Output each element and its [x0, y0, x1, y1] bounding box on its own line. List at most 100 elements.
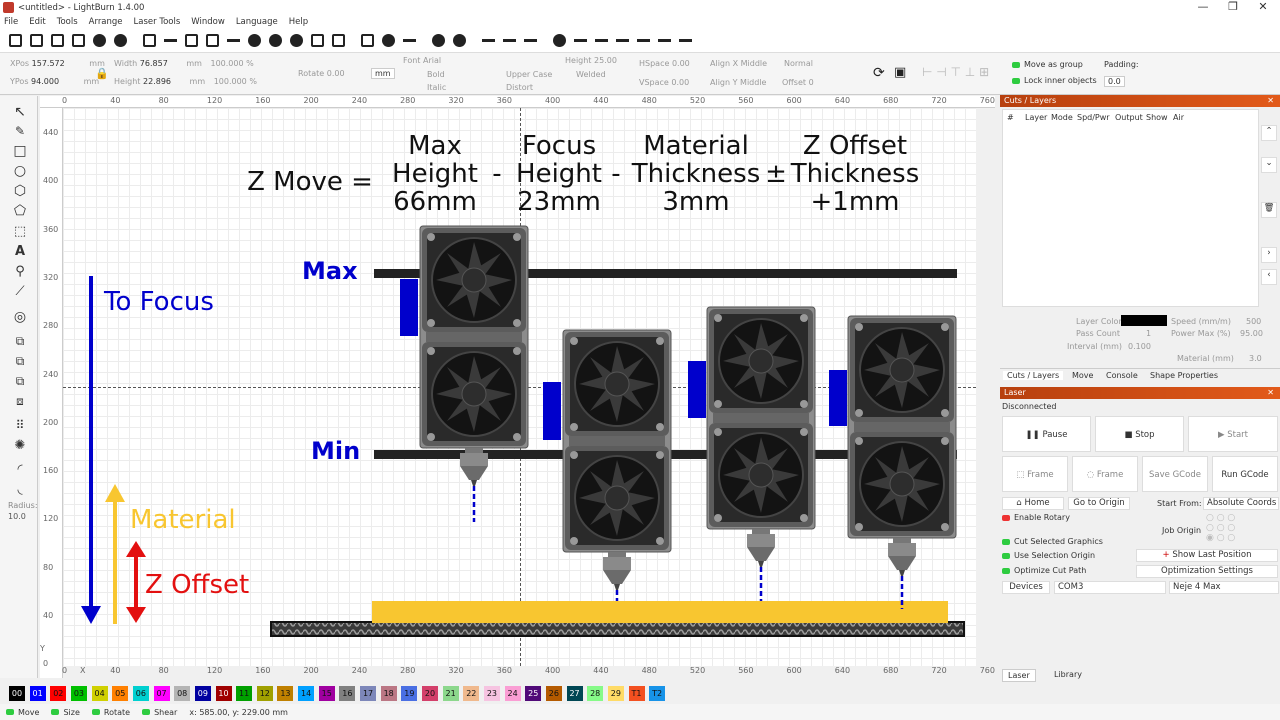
move-layer-down-icon[interactable]: ⌄	[1261, 157, 1277, 173]
status-rotate[interactable]: Rotate	[104, 708, 130, 717]
rectangle-tool-icon[interactable]: □	[11, 143, 29, 159]
measure-tool-icon[interactable]: ⟋	[11, 283, 29, 299]
align-left-icon[interactable]	[571, 32, 589, 50]
palette-swatch[interactable]: 26	[545, 686, 562, 701]
palette-swatch[interactable]: T2	[649, 686, 666, 701]
palette-swatch[interactable]: 02	[50, 686, 67, 701]
job-origin-grid[interactable]: ○ ○ ○ ○ ○ ○ ◉ ○ ○	[1206, 513, 1235, 543]
frame-button[interactable]: ⬚ Frame	[1002, 456, 1068, 492]
text-height-input[interactable]: 25.00	[594, 56, 617, 65]
laser-head-icon[interactable]: ▣	[894, 65, 906, 80]
show-last-position-button[interactable]: + Show Last Position	[1136, 549, 1278, 562]
width-input[interactable]: 76.857	[140, 59, 168, 68]
lock-inner-checkbox[interactable]: Lock inner objects	[1024, 76, 1097, 85]
corner-tool-icon[interactable]: ◜	[11, 461, 29, 477]
paste-icon[interactable]	[182, 32, 200, 50]
devices-button[interactable]: Devices	[1002, 581, 1050, 594]
align-x-select[interactable]: Middle	[741, 59, 767, 68]
menu-file[interactable]: File	[4, 17, 18, 27]
tab-library[interactable]: Library	[1054, 670, 1082, 679]
rotate-icon[interactable]	[521, 32, 539, 50]
new-file-icon[interactable]	[6, 32, 24, 50]
stop-button[interactable]: ■ Stop	[1095, 416, 1184, 452]
edit-nodes-icon[interactable]: ⬚	[11, 223, 29, 239]
boolean-intersect-icon[interactable]: ⧉	[11, 373, 29, 389]
layers-table[interactable]: # Layer Mode Spd/Pwr Output Show Air	[1002, 109, 1259, 307]
ellipse-tool-icon[interactable]: ○	[11, 163, 29, 179]
boolean-union-icon[interactable]: ⧉	[11, 333, 29, 349]
optimize-cut-checkbox[interactable]: Optimize Cut Path	[1014, 566, 1086, 575]
open-folder-icon[interactable]	[27, 32, 45, 50]
palette-swatch[interactable]: 08	[174, 686, 191, 701]
palette-swatch[interactable]: 22	[463, 686, 480, 701]
status-size[interactable]: Size	[63, 708, 79, 717]
rotate-input[interactable]: 0.00	[327, 69, 345, 78]
material-input[interactable]: 3.0	[1249, 354, 1262, 363]
start-from-select[interactable]: Absolute Coords	[1203, 497, 1279, 510]
align-y-select[interactable]: Middle	[740, 78, 766, 87]
enable-rotary-checkbox[interactable]: Enable Rotary	[1014, 513, 1070, 522]
optimization-settings-button[interactable]: Optimization Settings	[1136, 565, 1278, 578]
pause-button[interactable]: ❚❚ Pause	[1002, 416, 1091, 452]
move-tool-icon[interactable]	[224, 32, 242, 50]
distort-checkbox[interactable]: Distort	[506, 83, 533, 92]
corner-round-icon[interactable]: ◟	[11, 481, 29, 497]
palette-swatch[interactable]: 09	[194, 686, 211, 701]
save-gcode-button[interactable]: Save GCode	[1142, 456, 1208, 492]
ungroup-icon[interactable]	[450, 32, 468, 50]
expand-left-icon[interactable]: ‹	[1261, 269, 1277, 285]
export-icon[interactable]	[111, 32, 129, 50]
palette-swatch[interactable]: 25	[525, 686, 542, 701]
menu-language[interactable]: Language	[236, 17, 278, 27]
select-tool-icon[interactable]: ↖	[11, 104, 29, 120]
palette-swatch[interactable]: 07	[153, 686, 170, 701]
palette-swatch[interactable]: 04	[91, 686, 108, 701]
tab-console[interactable]: Console	[1106, 371, 1138, 380]
design-canvas[interactable]: Z Move = Max Height 66mm Focus Height 23mm Mate…	[63, 108, 976, 666]
laser-close-icon[interactable]: ✕	[1267, 387, 1274, 399]
align-tools-icon[interactable]: ⊢ ⊣ ⊤ ⊥ ⊞	[922, 65, 989, 79]
zoom-out-icon[interactable]	[266, 32, 284, 50]
palette-swatch[interactable]: 24	[504, 686, 521, 701]
palette-swatch[interactable]: 00	[9, 686, 25, 701]
radius-input[interactable]: 10.0	[8, 512, 26, 521]
cut-selected-checkbox[interactable]: Cut Selected Graphics	[1014, 537, 1103, 546]
hspace-input[interactable]: 0.00	[672, 59, 690, 68]
scale-h-input[interactable]: 100.000	[214, 77, 247, 86]
mirror-h-icon[interactable]	[479, 32, 497, 50]
mode-select[interactable]: Normal	[784, 59, 813, 68]
zoom-fit-icon[interactable]	[287, 32, 305, 50]
import-icon[interactable]	[90, 32, 108, 50]
palette-swatch[interactable]: 15	[318, 686, 335, 701]
frame-circle-button[interactable]: ◌ Frame	[1072, 456, 1138, 492]
zoom-frame-icon[interactable]	[308, 32, 326, 50]
use-selection-origin-checkbox[interactable]: Use Selection Origin	[1014, 551, 1095, 560]
palette-swatch[interactable]: 23	[483, 686, 500, 701]
home-button[interactable]: ⌂ Home	[1002, 497, 1064, 510]
upper-case-checkbox[interactable]: Upper Case	[506, 70, 552, 79]
move-as-group-checkbox[interactable]: Move as group	[1024, 60, 1083, 69]
start-button[interactable]: ▶ Start	[1188, 416, 1278, 452]
move-layer-up-icon[interactable]: ⌃	[1261, 125, 1277, 141]
ypos-input[interactable]: 94.000	[31, 77, 59, 86]
vspace-input[interactable]: 0.00	[671, 78, 689, 87]
speed-input[interactable]: 500	[1246, 317, 1261, 326]
camera-icon[interactable]	[329, 32, 347, 50]
weld-icon[interactable]: ⧈	[11, 393, 29, 409]
palette-swatch[interactable]: 05	[112, 686, 129, 701]
text-tool-icon[interactable]: A	[11, 243, 29, 259]
palette-swatch[interactable]: 29	[607, 686, 624, 701]
go-to-origin-button[interactable]: Go to Origin	[1068, 497, 1130, 510]
tab-move[interactable]: Move	[1072, 371, 1093, 380]
pass-count-input[interactable]: 1	[1146, 329, 1151, 338]
save-as-icon[interactable]	[69, 32, 87, 50]
delete-layer-icon[interactable]: 🗑	[1261, 202, 1277, 218]
save-icon[interactable]	[48, 32, 66, 50]
palette-swatch[interactable]: 12	[256, 686, 273, 701]
align-bottom-icon[interactable]	[634, 32, 652, 50]
minimize-button[interactable]: —	[1188, 0, 1218, 13]
align-right-icon[interactable]	[592, 32, 610, 50]
circular-array-icon[interactable]: ✺	[11, 437, 29, 453]
distribute-h-icon[interactable]	[655, 32, 673, 50]
mirror-v-icon[interactable]	[500, 32, 518, 50]
